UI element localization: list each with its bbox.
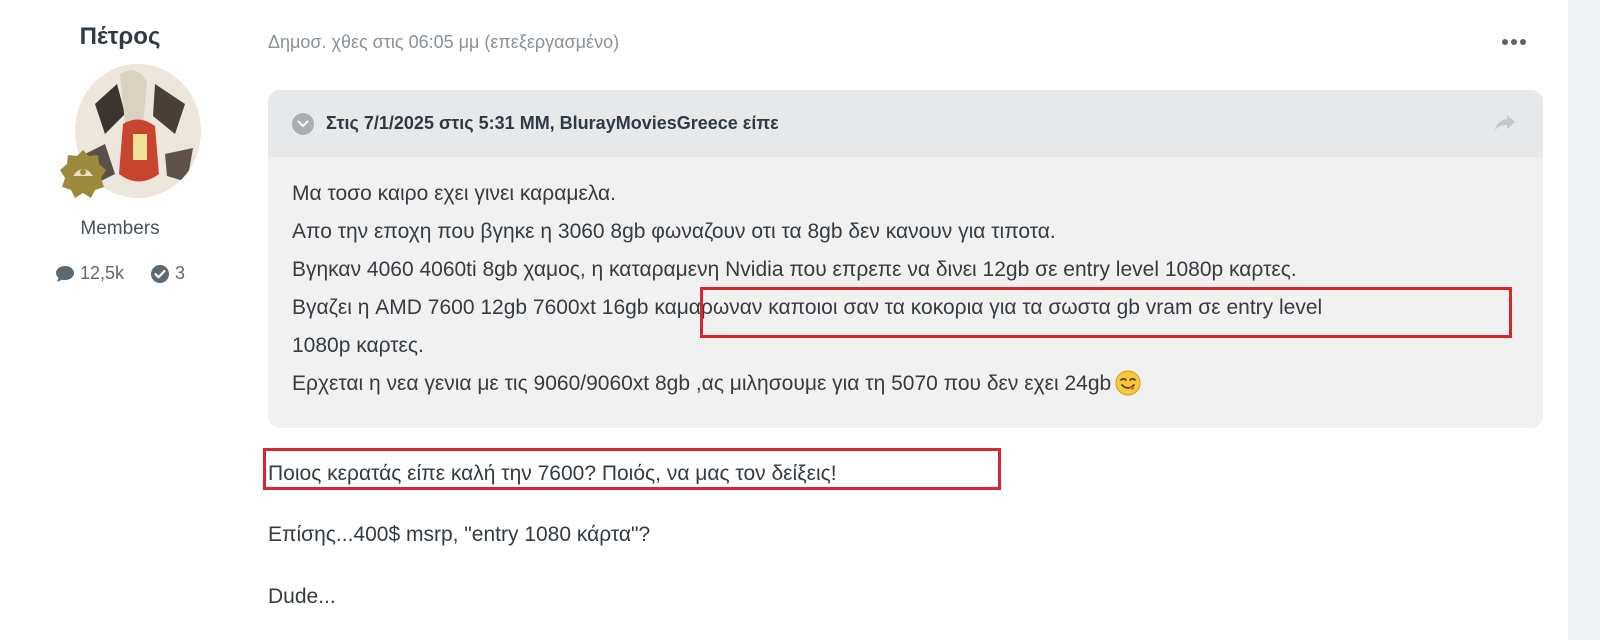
ellipsis-icon[interactable] <box>1500 30 1528 54</box>
quote-line: Απο την εποχη που βγηκε η 3060 8gb φωναζ… <box>292 220 1056 243</box>
reputation-value: 3 <box>175 263 186 283</box>
rank-badge-icon <box>58 148 108 198</box>
highlight-box-reply <box>263 448 1001 490</box>
member-group: Members <box>80 218 160 239</box>
quote-line-with-emoji: Ερχεται η νεα γενια με τις 9060/9060xt 8… <box>292 365 1519 403</box>
highlight-box-quote <box>700 287 1512 338</box>
quote-block: Στις 7/1/2025 στις 5:31 ΜΜ, BlurayMovies… <box>268 90 1543 428</box>
quote-citation[interactable]: Στις 7/1/2025 στις 5:31 ΜΜ, BlurayMovies… <box>326 113 779 134</box>
post-count[interactable]: 12,5k <box>55 263 124 284</box>
author-stats: 12,5k 3 <box>40 263 200 284</box>
author-name[interactable]: Πέτρος <box>40 22 200 52</box>
avatar-wrap <box>55 64 201 199</box>
share-arrow-icon[interactable] <box>1493 112 1517 134</box>
quote-header: Στις 7/1/2025 στις 5:31 ΜΜ, BlurayMovies… <box>268 90 1543 157</box>
chevron-down-icon[interactable] <box>292 112 314 135</box>
check-circle-icon <box>151 264 170 283</box>
quote-body: Μα τοσο καιρο εχει γινει καραμελα. Απο τ… <box>268 157 1543 403</box>
quote-line-text: Ερχεται η νεα γενια με τις 9060/9060xt 8… <box>292 372 1112 395</box>
post-paragraph: Dude... <box>268 585 336 608</box>
right-scroll-gutter <box>1568 0 1600 640</box>
post-count-value: 12,5k <box>79 263 125 283</box>
quote-line: Βγηκαν 4060 4060ti 8gb χαμος, η καταραμε… <box>292 258 1297 281</box>
comment-icon <box>55 265 74 282</box>
yum-face-emoji <box>1115 370 1141 396</box>
post-timestamp[interactable]: Δημοσ. χθες στις 06:05 μμ (επεξεργασμένο… <box>268 30 619 54</box>
reputation-count[interactable]: 3 <box>150 263 185 284</box>
quote-line: Μα τοσο καιρο εχει γινει καραμελα. <box>292 182 616 205</box>
author-panel: Πέτρος Members 12,5k 3 <box>40 22 201 284</box>
post-paragraph: Επίσης...400$ msrp, "entry 1080 κάρτα"? <box>268 523 651 546</box>
